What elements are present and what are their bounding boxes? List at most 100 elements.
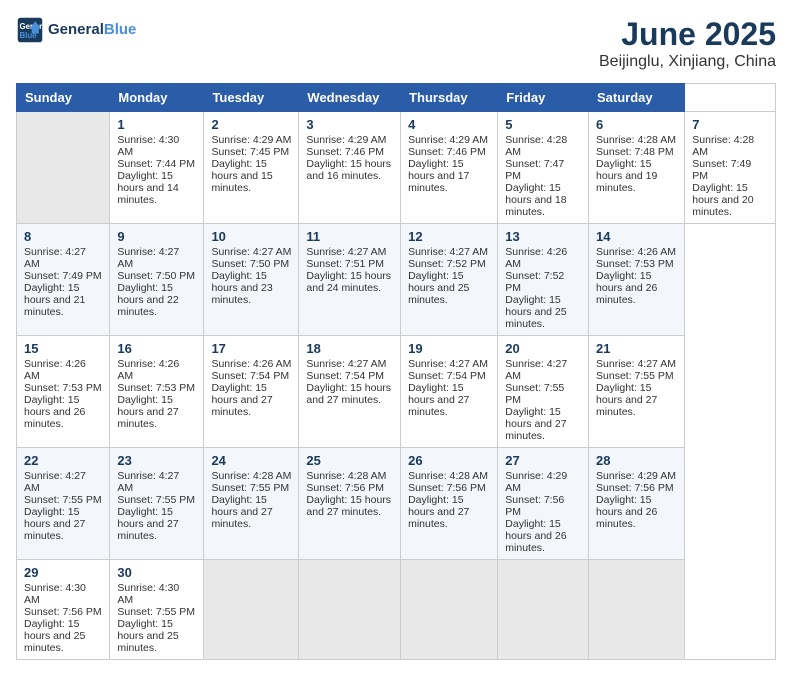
daylight-text: Daylight: 15 hours and 26 minutes.: [505, 518, 566, 554]
sunset-text: Sunset: 7:49 PM: [692, 158, 751, 182]
daylight-text: Daylight: 15 hours and 21 minutes.: [24, 282, 85, 318]
sunset-text: Sunset: 7:50 PM: [117, 270, 195, 282]
day-number: 12: [408, 229, 490, 244]
day-number: 7: [692, 117, 768, 132]
calendar-cell-w2-d0: 15 Sunrise: 4:26 AM Sunset: 7:53 PM Dayl…: [17, 336, 110, 448]
calendar-cell-w4-d4: [401, 560, 498, 660]
day-number: 15: [24, 341, 102, 356]
sunrise-text: Sunrise: 4:30 AM: [24, 582, 86, 606]
page-header: General Blue GeneralBlue June 2025 Beiji…: [16, 16, 776, 71]
daylight-text: Daylight: 15 hours and 27 minutes.: [505, 406, 566, 442]
sunrise-text: Sunrise: 4:28 AM: [505, 134, 567, 158]
calendar-cell-w2-d3: 18 Sunrise: 4:27 AM Sunset: 7:54 PM Dayl…: [299, 336, 401, 448]
sunrise-text: Sunrise: 4:26 AM: [211, 358, 291, 370]
sunset-text: Sunset: 7:55 PM: [211, 482, 289, 494]
header-sunday: Sunday: [17, 84, 110, 112]
calendar-cell-w1-d3: 11 Sunrise: 4:27 AM Sunset: 7:51 PM Dayl…: [299, 224, 401, 336]
header-wednesday: Wednesday: [299, 84, 401, 112]
sunset-text: Sunset: 7:56 PM: [306, 482, 384, 494]
calendar-cell-w4-d1: 30 Sunrise: 4:30 AM Sunset: 7:55 PM Dayl…: [110, 560, 204, 660]
sunset-text: Sunset: 7:46 PM: [408, 146, 486, 158]
sunset-text: Sunset: 7:55 PM: [117, 494, 195, 506]
calendar-cell-w0-d5: 5 Sunrise: 4:28 AM Sunset: 7:47 PM Dayli…: [498, 112, 589, 224]
sunset-text: Sunset: 7:55 PM: [24, 494, 102, 506]
sunrise-text: Sunrise: 4:29 AM: [596, 470, 676, 482]
day-number: 2: [211, 117, 291, 132]
sunset-text: Sunset: 7:49 PM: [24, 270, 102, 282]
calendar-cell-w0-d3: 3 Sunrise: 4:29 AM Sunset: 7:46 PM Dayli…: [299, 112, 401, 224]
daylight-text: Daylight: 15 hours and 20 minutes.: [692, 182, 753, 218]
day-number: 20: [505, 341, 581, 356]
logo-icon: General Blue: [16, 16, 44, 44]
day-number: 8: [24, 229, 102, 244]
daylight-text: Daylight: 15 hours and 27 minutes.: [408, 494, 469, 530]
sunrise-text: Sunrise: 4:27 AM: [117, 470, 179, 494]
calendar-cell-w1-d1: 9 Sunrise: 4:27 AM Sunset: 7:50 PM Dayli…: [110, 224, 204, 336]
sunset-text: Sunset: 7:50 PM: [211, 258, 289, 270]
sunrise-text: Sunrise: 4:29 AM: [211, 134, 291, 146]
day-number: 27: [505, 453, 581, 468]
sunrise-text: Sunrise: 4:26 AM: [24, 358, 86, 382]
sunrise-text: Sunrise: 4:29 AM: [408, 134, 488, 146]
calendar-week-0: 1 Sunrise: 4:30 AM Sunset: 7:44 PM Dayli…: [17, 112, 776, 224]
daylight-text: Daylight: 15 hours and 27 minutes.: [24, 506, 85, 542]
sunset-text: Sunset: 7:55 PM: [117, 606, 195, 618]
daylight-text: Daylight: 15 hours and 25 minutes.: [24, 618, 85, 654]
sunset-text: Sunset: 7:52 PM: [408, 258, 486, 270]
calendar-cell-w3-d2: 24 Sunrise: 4:28 AM Sunset: 7:55 PM Dayl…: [204, 448, 299, 560]
sunrise-text: Sunrise: 4:27 AM: [505, 358, 567, 382]
calendar-cell-w1-d4: 12 Sunrise: 4:27 AM Sunset: 7:52 PM Dayl…: [401, 224, 498, 336]
sunrise-text: Sunrise: 4:26 AM: [117, 358, 179, 382]
day-number: 30: [117, 565, 196, 580]
day-number: 18: [306, 341, 393, 356]
sunset-text: Sunset: 7:56 PM: [505, 494, 564, 518]
daylight-text: Daylight: 15 hours and 26 minutes.: [24, 394, 85, 430]
daylight-text: Daylight: 15 hours and 27 minutes.: [306, 382, 391, 406]
sunrise-text: Sunrise: 4:28 AM: [306, 470, 386, 482]
daylight-text: Daylight: 15 hours and 18 minutes.: [505, 182, 566, 218]
day-number: 6: [596, 117, 677, 132]
sunset-text: Sunset: 7:56 PM: [408, 482, 486, 494]
sunrise-text: Sunrise: 4:27 AM: [24, 246, 86, 270]
calendar-cell-w1-d2: 10 Sunrise: 4:27 AM Sunset: 7:50 PM Dayl…: [204, 224, 299, 336]
day-number: 10: [211, 229, 291, 244]
daylight-text: Daylight: 15 hours and 27 minutes.: [117, 506, 178, 542]
daylight-text: Daylight: 15 hours and 25 minutes.: [117, 618, 178, 654]
daylight-text: Daylight: 15 hours and 27 minutes.: [211, 494, 272, 530]
header-friday: Friday: [498, 84, 589, 112]
day-number: 19: [408, 341, 490, 356]
calendar-week-2: 15 Sunrise: 4:26 AM Sunset: 7:53 PM Dayl…: [17, 336, 776, 448]
day-number: 24: [211, 453, 291, 468]
calendar-table: Sunday Monday Tuesday Wednesday Thursday…: [16, 83, 776, 660]
sunrise-text: Sunrise: 4:28 AM: [408, 470, 488, 482]
calendar-cell-w3-d3: 25 Sunrise: 4:28 AM Sunset: 7:56 PM Dayl…: [299, 448, 401, 560]
calendar-cell-w3-d5: 27 Sunrise: 4:29 AM Sunset: 7:56 PM Dayl…: [498, 448, 589, 560]
sunset-text: Sunset: 7:56 PM: [24, 606, 102, 618]
sunrise-text: Sunrise: 4:29 AM: [505, 470, 567, 494]
sunset-text: Sunset: 7:47 PM: [505, 158, 564, 182]
sunrise-text: Sunrise: 4:28 AM: [596, 134, 676, 146]
sunset-text: Sunset: 7:55 PM: [596, 370, 674, 382]
sunrise-text: Sunrise: 4:26 AM: [505, 246, 567, 270]
day-number: 11: [306, 229, 393, 244]
calendar-subtitle: Beijinglu, Xinjiang, China: [599, 53, 776, 71]
day-number: 21: [596, 341, 677, 356]
daylight-text: Daylight: 15 hours and 16 minutes.: [306, 158, 391, 182]
calendar-cell-w4-d6: [589, 560, 685, 660]
sunset-text: Sunset: 7:54 PM: [211, 370, 289, 382]
calendar-cell-w2-d6: 21 Sunrise: 4:27 AM Sunset: 7:55 PM Dayl…: [589, 336, 685, 448]
calendar-cell-w4-d0: 29 Sunrise: 4:30 AM Sunset: 7:56 PM Dayl…: [17, 560, 110, 660]
calendar-week-4: 29 Sunrise: 4:30 AM Sunset: 7:56 PM Dayl…: [17, 560, 776, 660]
daylight-text: Daylight: 15 hours and 26 minutes.: [596, 270, 657, 306]
calendar-cell-w0-d4: 4 Sunrise: 4:29 AM Sunset: 7:46 PM Dayli…: [401, 112, 498, 224]
sunset-text: Sunset: 7:54 PM: [408, 370, 486, 382]
day-number: 25: [306, 453, 393, 468]
day-number: 1: [117, 117, 196, 132]
daylight-text: Daylight: 15 hours and 22 minutes.: [117, 282, 178, 318]
day-number: 22: [24, 453, 102, 468]
day-number: 14: [596, 229, 677, 244]
calendar-cell-w1-d0: 8 Sunrise: 4:27 AM Sunset: 7:49 PM Dayli…: [17, 224, 110, 336]
day-number: 29: [24, 565, 102, 580]
sunset-text: Sunset: 7:56 PM: [596, 482, 674, 494]
sunset-text: Sunset: 7:46 PM: [306, 146, 384, 158]
